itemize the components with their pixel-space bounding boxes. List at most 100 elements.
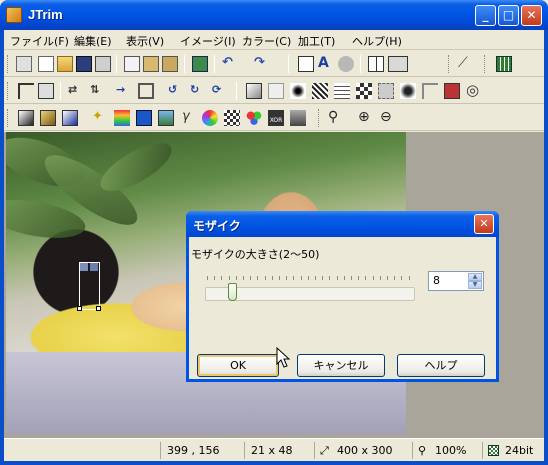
redo-icon[interactable]: ↷ — [254, 56, 270, 72]
shadow-icon[interactable] — [246, 83, 262, 99]
toolbar-grip[interactable] — [318, 109, 321, 127]
print-icon[interactable] — [95, 56, 111, 72]
toolbar-transform: ⇄ ⇅ → ↺ ↻ ⟳ ◎ — [4, 78, 544, 104]
toolbar-grip[interactable] — [7, 82, 10, 100]
xor-icon[interactable]: XOR — [268, 110, 284, 126]
minimize-button[interactable]: _ — [475, 5, 496, 26]
ok-button[interactable]: OK — [197, 354, 279, 377]
slider-tick — [394, 276, 396, 280]
spin-up-icon[interactable]: ▲ — [468, 273, 482, 281]
mosaic-size-value[interactable]: 8 — [433, 274, 440, 287]
toolbar-grip[interactable] — [448, 55, 451, 73]
rotate-free-icon[interactable]: ⟳ — [212, 83, 228, 99]
star-icon[interactable]: ✦ — [92, 110, 108, 126]
menu-view[interactable]: 表示(V) — [126, 33, 164, 49]
dialog-title-bar[interactable]: モザイク ✕ — [186, 211, 499, 237]
zoom-menu-icon[interactable]: ⚲ — [328, 110, 344, 126]
toolbar-grip[interactable] — [7, 55, 10, 73]
color-wheel-icon[interactable] — [202, 110, 218, 126]
shrink-icon[interactable]: → — [116, 83, 132, 99]
selection-handle[interactable] — [96, 306, 101, 311]
gray-icon[interactable] — [290, 110, 306, 126]
title-bar[interactable]: JTrim _ □ ✕ — [0, 0, 548, 30]
edit-icon[interactable] — [444, 83, 460, 99]
checker-icon[interactable] — [224, 110, 240, 126]
slider-tick — [315, 276, 316, 280]
slider-tick — [372, 276, 374, 280]
slider-tick — [243, 276, 244, 280]
text-icon[interactable]: A — [318, 56, 334, 72]
rotate-cw-icon[interactable]: ↻ — [190, 83, 206, 99]
save-icon[interactable] — [76, 56, 92, 72]
blue-square-icon[interactable] — [136, 110, 152, 126]
wave-icon[interactable] — [334, 83, 350, 99]
dialog-close-button[interactable]: ✕ — [474, 214, 494, 234]
grid-view-icon[interactable] — [368, 56, 384, 72]
menu-process[interactable]: 加工(T) — [298, 33, 335, 49]
status-image-size: ⤢ 400 x 300 — [314, 442, 410, 459]
selection-handle[interactable] — [77, 306, 82, 311]
paste-icon[interactable] — [143, 56, 159, 72]
help-button[interactable]: ヘルプ — [397, 354, 485, 377]
slider-tick — [322, 276, 324, 280]
color-grid-icon[interactable] — [496, 56, 512, 72]
maximize-button[interactable]: □ — [498, 5, 519, 26]
crop-icon[interactable] — [18, 83, 34, 99]
toolbar-grip[interactable] — [484, 55, 487, 73]
fit-window-icon[interactable] — [298, 56, 314, 72]
status-zoom: ⚲ 100% — [412, 442, 480, 459]
mosaic-size-spinbox[interactable]: 8 ▲ ▼ — [428, 271, 484, 291]
rgb-icon[interactable] — [246, 110, 262, 126]
menu-image[interactable]: イメージ(I) — [180, 33, 236, 49]
strip-icon[interactable] — [388, 56, 408, 72]
noise-icon[interactable] — [312, 83, 328, 99]
flip-horizontal-icon[interactable]: ⇄ — [68, 83, 84, 99]
photo-icon[interactable] — [158, 110, 174, 126]
spin-down-icon[interactable]: ▼ — [468, 281, 482, 289]
undo-icon[interactable]: ↶ — [222, 56, 238, 72]
rainbow-icon[interactable] — [114, 110, 130, 126]
rotate-ccw-icon[interactable]: ↺ — [168, 83, 184, 99]
shape-icon[interactable] — [338, 56, 354, 72]
menu-edit[interactable]: 編集(E) — [74, 33, 112, 49]
dialog-body: モザイクの大きさ(2～50) 8 ▲ ▼ OK キャンセル ヘルプ — [189, 237, 496, 379]
toolbar-main: ↶ ↷ A ⟋ — [4, 51, 544, 77]
toolbar-grip[interactable] — [7, 109, 10, 127]
open-folder-icon[interactable] — [57, 56, 73, 72]
resize-icon[interactable] — [38, 83, 54, 99]
clipboard-new-icon[interactable] — [16, 56, 32, 72]
menu-help[interactable]: ヘルプ(H) — [352, 33, 402, 49]
sepia-icon[interactable] — [40, 110, 56, 126]
flip-vertical-icon[interactable]: ⇅ — [90, 83, 106, 99]
status-selection-size: 21 x 48 — [244, 442, 312, 459]
dark-icon[interactable] — [18, 110, 34, 126]
new-file-icon[interactable] — [38, 56, 54, 72]
slider-tick — [221, 276, 223, 280]
copy-icon[interactable] — [124, 56, 140, 72]
cancel-button[interactable]: キャンセル — [297, 354, 385, 377]
selection-rectangle[interactable] — [77, 262, 101, 311]
close-button[interactable]: ✕ — [521, 5, 542, 26]
border-icon[interactable] — [268, 83, 284, 99]
slider-tick — [286, 276, 288, 280]
zoom-in-icon[interactable]: ⊕ — [358, 110, 374, 126]
menu-file[interactable]: ファイル(F) — [10, 33, 69, 49]
zoom-out-icon[interactable]: ⊖ — [380, 110, 396, 126]
paste-new-icon[interactable] — [162, 56, 178, 72]
sharpen-icon[interactable] — [290, 83, 306, 99]
mosaic-size-slider-thumb[interactable] — [228, 283, 237, 301]
paint-bucket-icon[interactable] — [192, 56, 208, 72]
frame-icon[interactable] — [138, 83, 154, 99]
toolbar-separator — [60, 82, 61, 100]
toolbar-separator — [236, 82, 237, 100]
relief-icon[interactable] — [422, 83, 438, 99]
eyedropper-icon[interactable]: ⟋ — [458, 56, 474, 72]
mosaic-cell — [90, 263, 98, 271]
blur-icon[interactable] — [378, 83, 394, 99]
gamma-icon[interactable]: γ — [182, 110, 198, 126]
emboss-icon[interactable] — [400, 83, 416, 99]
swirl-icon[interactable]: ◎ — [466, 83, 482, 99]
gradient-icon[interactable] — [62, 110, 78, 126]
menu-color[interactable]: カラー(C) — [242, 33, 291, 49]
mosaic-icon[interactable] — [356, 83, 372, 99]
